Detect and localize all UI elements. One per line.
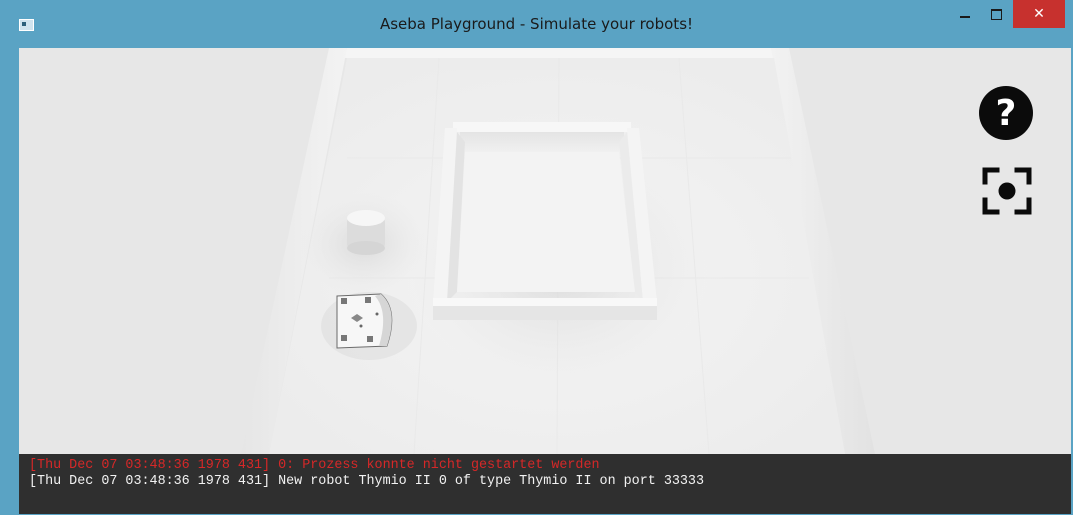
arena-back-wall-shade	[345, 58, 776, 70]
console-line-error: [Thu Dec 07 03:48:36 1978 431] 0: Prozes…	[29, 458, 600, 473]
help-button[interactable]: ?	[979, 86, 1033, 140]
console-log: [Thu Dec 07 03:48:36 1978 431] 0: Prozes…	[19, 454, 1071, 514]
inner-box	[433, 122, 657, 320]
arena-back-wall	[344, 48, 774, 58]
close-button[interactable]: ✕	[1013, 0, 1065, 28]
maximize-button[interactable]	[983, 0, 1009, 28]
minimize-icon	[960, 16, 970, 18]
camera-focus-button[interactable]	[981, 166, 1033, 216]
simulation-viewport[interactable]: ? [Thu Dec 07 03:48:36 1978 431] 0: Proz…	[19, 48, 1071, 514]
thymio-robot[interactable]	[321, 292, 417, 360]
console-line-info: [Thu Dec 07 03:48:36 1978 431] New robot…	[29, 474, 704, 489]
app-window: Aseba Playground - Simulate your robots!…	[0, 0, 1073, 515]
maximize-icon	[990, 8, 1002, 20]
close-icon: ✕	[1033, 6, 1045, 22]
question-icon: ?	[995, 92, 1017, 134]
title-bar[interactable]: Aseba Playground - Simulate your robots!…	[0, 0, 1073, 48]
cylinder-obstacle	[299, 192, 429, 296]
minimize-button[interactable]	[952, 0, 978, 28]
window-title: Aseba Playground - Simulate your robots!	[379, 15, 694, 33]
arena-scene	[19, 48, 1071, 514]
